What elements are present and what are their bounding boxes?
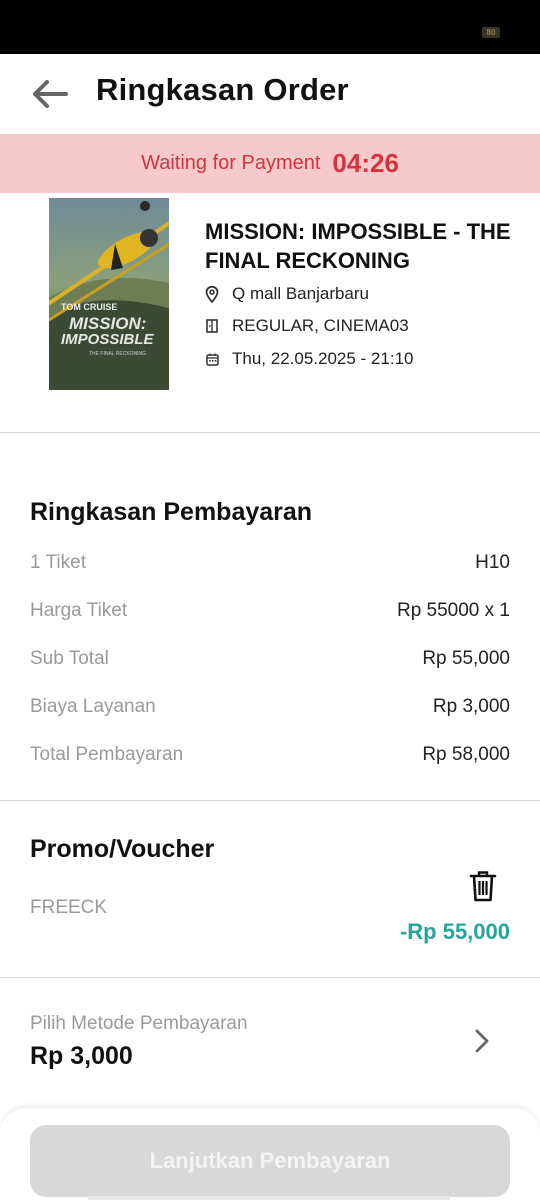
calendar-icon bbox=[205, 351, 219, 367]
back-button[interactable] bbox=[28, 74, 70, 114]
map-pin-icon bbox=[205, 285, 219, 303]
trash-icon bbox=[469, 871, 497, 902]
movie-title: MISSION: IMPOSSIBLE - THE FINAL RECKONIN… bbox=[205, 219, 511, 273]
cinema-location: Q mall Banjarbaru bbox=[232, 284, 370, 303]
status-bar: 80 bbox=[0, 0, 540, 54]
summary-row: Total Pembayaran Rp 58,000 bbox=[30, 744, 510, 766]
location-row: Q mall Banjarbaru bbox=[205, 284, 369, 304]
promo-voucher-section: Promo/Voucher FREECK -Rp 55,000 bbox=[0, 801, 540, 978]
promo-voucher-title: Promo/Voucher bbox=[30, 835, 215, 863]
studio-row: REGULAR, CINEMA03 bbox=[205, 316, 409, 336]
navigation-bar bbox=[88, 1196, 450, 1200]
summary-row-label: Biaya Layanan bbox=[30, 696, 156, 717]
summary-row: 1 Tiket H10 bbox=[30, 552, 510, 574]
summary-row-value: Rp 58,000 bbox=[422, 744, 510, 765]
chevron-right-icon bbox=[475, 1029, 489, 1053]
studio-info: REGULAR, CINEMA03 bbox=[232, 316, 409, 335]
summary-row-value: Rp 3,000 bbox=[432, 696, 510, 717]
poster-top-text: TOM CRUISE bbox=[61, 302, 118, 312]
poster-logo-line2: IMPOSSIBLE bbox=[61, 331, 154, 348]
summary-row-value: Rp 55,000 bbox=[422, 648, 510, 669]
movie-info-section: TOM CRUISE MISSION: IMPOSSIBLE THE FINAL… bbox=[0, 193, 540, 433]
voucher-discount: -Rp 55,000 bbox=[399, 919, 510, 944]
payment-amount: Rp 3,000 bbox=[30, 1042, 133, 1070]
summary-row: Biaya Layanan Rp 3,000 bbox=[30, 696, 510, 718]
poster-subtitle: THE FINAL RECKONING bbox=[89, 351, 147, 357]
summary-row-label: Total Pembayaran bbox=[30, 744, 184, 765]
payment-method-label: Pilih Metode Pembayaran bbox=[30, 1013, 248, 1034]
arrow-left-icon bbox=[33, 80, 68, 108]
payment-status-label: Waiting for Payment bbox=[141, 152, 321, 174]
summary-row-label: Sub Total bbox=[30, 648, 109, 669]
page-title: Ringkasan Order bbox=[96, 72, 349, 107]
movie-poster: TOM CRUISE MISSION: IMPOSSIBLE THE FINAL… bbox=[49, 198, 169, 390]
summary-row-label: 1 Tiket bbox=[30, 552, 86, 573]
schedule-row: Thu, 22.05.2025 - 21:10 bbox=[205, 349, 413, 369]
payment-countdown-timer: 04:26 bbox=[332, 148, 399, 178]
voucher-code: FREECK bbox=[30, 897, 108, 918]
continue-payment-button[interactable]: Lanjutkan Pembayaran bbox=[30, 1125, 510, 1197]
summary-row-value: H10 bbox=[475, 552, 510, 573]
door-icon bbox=[205, 318, 219, 334]
remove-voucher-button[interactable] bbox=[468, 869, 498, 903]
payment-summary-title: Ringkasan Pembayaran bbox=[30, 498, 313, 526]
payment-method-selector[interactable]: Pilih Metode Pembayaran Rp 3,000 bbox=[0, 978, 540, 1108]
payment-status-banner: Waiting for Payment 04:26 bbox=[0, 134, 540, 193]
payment-summary-section: Ringkasan Pembayaran 1 Tiket H10 Harga T… bbox=[0, 433, 540, 801]
summary-row: Sub Total Rp 55,000 bbox=[30, 648, 510, 670]
summary-row: Harga Tiket Rp 55000 x 1 bbox=[30, 600, 510, 622]
bottom-action-panel: Lanjutkan Pembayaran bbox=[0, 1108, 540, 1200]
showtime: Thu, 22.05.2025 - 21:10 bbox=[232, 349, 414, 368]
summary-row-value: Rp 55000 x 1 bbox=[396, 600, 510, 621]
battery-icon: 80 bbox=[482, 27, 500, 38]
summary-row-label: Harga Tiket bbox=[30, 600, 128, 621]
app-header: Ringkasan Order bbox=[0, 54, 540, 134]
